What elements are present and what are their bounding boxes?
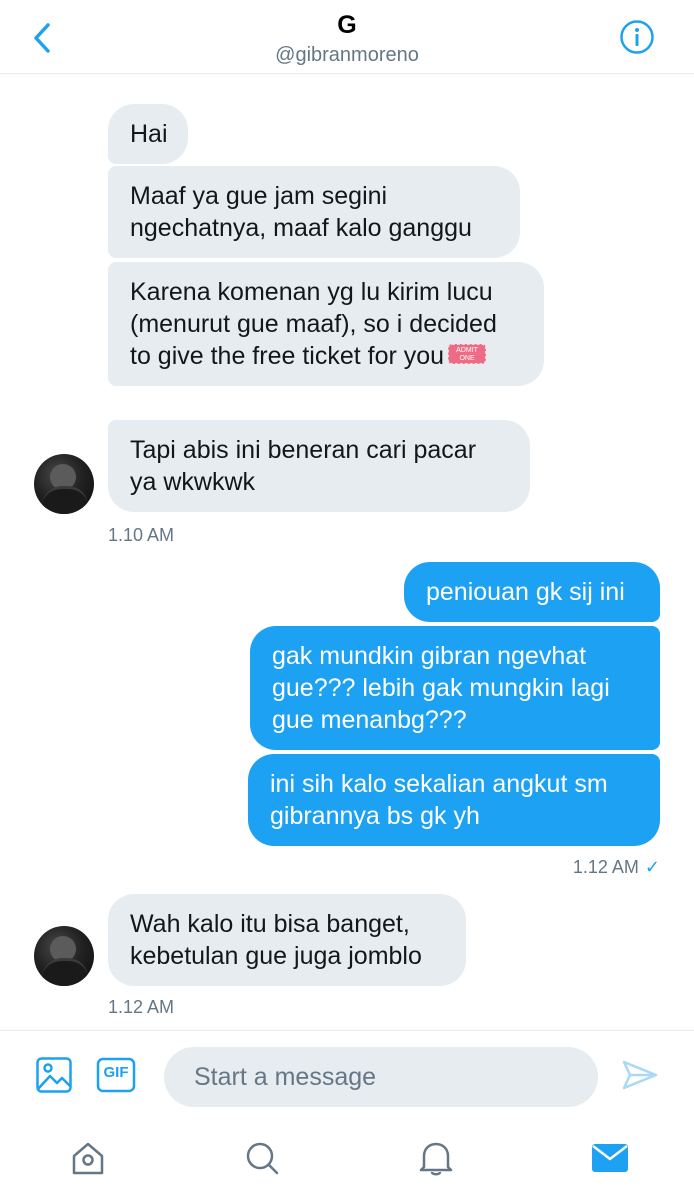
message-text: Maaf ya gue jam segini ngechatnya, maaf … xyxy=(130,182,472,242)
send-button[interactable] xyxy=(620,1055,660,1095)
message-text: ini sih kalo sekalian angkut sm gibranny… xyxy=(270,770,608,830)
incoming-message[interactable]: Maaf ya gue jam segini ngechatnya, maaf … xyxy=(108,166,520,258)
nav-home[interactable] xyxy=(66,1136,110,1180)
message-composer: GIF xyxy=(0,1030,694,1122)
nav-notifications[interactable] xyxy=(414,1136,458,1180)
admit-one-ticket-emoji: ADMIT ONE xyxy=(448,344,487,365)
add-gif-button[interactable]: GIF xyxy=(96,1055,136,1095)
message-text: gak mundkin gibran ngevhat gue??? lebih … xyxy=(272,642,610,734)
image-icon xyxy=(36,1057,72,1093)
nav-messages[interactable] xyxy=(588,1136,632,1180)
message-text: Wah kalo itu bisa banget, kebetulan gue … xyxy=(130,910,422,970)
mail-icon xyxy=(592,1144,628,1172)
message-text: Tapi abis ini beneran cari pacar ya wkwk… xyxy=(130,436,477,496)
conversation-header: G @gibranmoreno xyxy=(0,0,694,74)
outgoing-message[interactable]: gak mundkin gibran ngevhat gue??? lebih … xyxy=(250,626,660,750)
message-timestamp: 1.12 AM xyxy=(108,997,175,1017)
gif-label: GIF xyxy=(103,1064,129,1081)
message-timestamp: 1.10 AM xyxy=(108,525,175,545)
read-check-icon: ✓ xyxy=(644,857,660,877)
conversation-handle: @gibranmoreno xyxy=(275,44,419,66)
add-image-button[interactable] xyxy=(34,1055,74,1095)
message-text: Karena komenan yg lu kirim lucu (menurut… xyxy=(130,278,497,370)
message-input[interactable] xyxy=(164,1047,598,1107)
conversation-title: G xyxy=(337,11,357,39)
message-text: peniouan gk sij ini xyxy=(426,578,625,606)
conversation-identity[interactable]: G @gibranmoreno xyxy=(0,10,694,68)
outgoing-message[interactable]: peniouan gk sij ini xyxy=(404,562,660,622)
info-button[interactable] xyxy=(618,18,656,56)
search-icon xyxy=(246,1142,279,1175)
avatar[interactable] xyxy=(34,926,94,986)
bell-icon xyxy=(419,1142,453,1176)
message-text: Hai xyxy=(130,120,168,148)
incoming-message[interactable]: Wah kalo itu bisa banget, kebetulan gue … xyxy=(108,894,466,986)
incoming-message[interactable]: Karena komenan yg lu kirim lucu (menurut… xyxy=(108,262,544,386)
send-icon xyxy=(622,1060,658,1090)
incoming-message[interactable]: Tapi abis ini beneran cari pacar ya wkwk… xyxy=(108,420,530,512)
info-icon xyxy=(620,20,654,54)
home-icon xyxy=(72,1142,104,1175)
outgoing-message[interactable]: ini sih kalo sekalian angkut sm gibranny… xyxy=(248,754,660,846)
avatar[interactable] xyxy=(34,454,94,514)
incoming-message[interactable]: Hai xyxy=(108,104,188,164)
nav-search[interactable] xyxy=(240,1136,284,1180)
bottom-navigation xyxy=(0,1122,694,1200)
message-timestamp: 1.12 AM ✓ xyxy=(572,857,660,877)
